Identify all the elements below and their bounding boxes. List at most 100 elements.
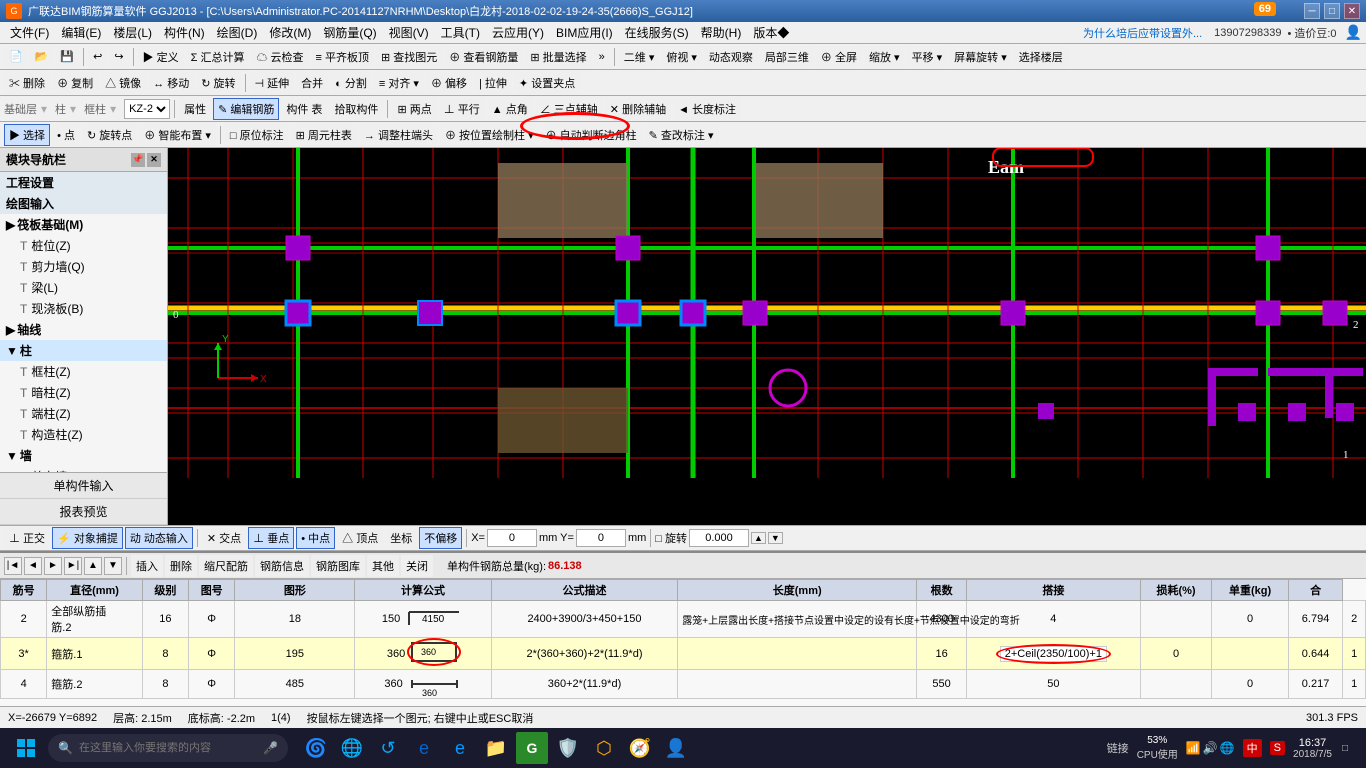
btn-offset[interactable]: ⊕ 偏移 — [426, 72, 472, 94]
sidebar-item-cast-slab[interactable]: T 现浇板(B) — [0, 298, 167, 319]
btn-select-floor[interactable]: 选择楼层 — [1014, 46, 1068, 68]
toolbar-open[interactable]: 📂 — [30, 46, 54, 68]
user-icon[interactable]: 👤 — [1345, 24, 1362, 41]
btn-define[interactable]: ▶ 定义 — [138, 46, 184, 68]
btn-rebar-library[interactable]: 钢筋图库 — [311, 555, 365, 577]
sidebar-group-foundation[interactable]: ▶ 筏板基础(M) — [0, 214, 167, 235]
y-input[interactable] — [576, 529, 626, 547]
btn-midpoint[interactable]: • 中点 — [296, 527, 335, 549]
btn-mirror[interactable]: △ 镜像 — [100, 72, 146, 94]
btn-down[interactable]: ▼ — [104, 557, 122, 575]
btn-extend[interactable]: ⊣ 延伸 — [250, 72, 295, 94]
menu-version[interactable]: 版本◆ — [747, 22, 795, 43]
btn-rotate[interactable]: ↻ 旋转 — [196, 72, 240, 94]
btn-two-point[interactable]: ⊞ 两点 — [392, 98, 436, 120]
sidebar-item-shearwall-b[interactable]: T 剪力墙(Q) — [0, 256, 167, 277]
menu-floor[interactable]: 楼层(L) — [107, 22, 158, 43]
degree-spinner-up[interactable]: ▲ — [751, 532, 766, 544]
btn-batch-select[interactable]: ⊞ 批量选择 — [525, 46, 591, 68]
rotate-input[interactable] — [689, 529, 749, 547]
btn-scale-rebar[interactable]: 缩尺配筋 — [199, 555, 253, 577]
btn-fullscreen[interactable]: ⊕ 全屏 — [816, 46, 862, 68]
btn-rebar-delete[interactable]: 删除 — [165, 555, 197, 577]
sidebar-item-frame-col[interactable]: T 框柱(Z) — [0, 361, 167, 382]
menu-edit[interactable]: 编辑(E) — [55, 22, 107, 43]
btn-set-grip[interactable]: ✦ 设置夹点 — [514, 72, 580, 94]
btn-partial-3d[interactable]: 局部三维 — [760, 46, 814, 68]
show-desktop[interactable]: □ — [1340, 741, 1350, 756]
taskbar-icon-shield[interactable]: 🛡️ — [552, 732, 584, 764]
btn-cloud-check[interactable]: ☁ 云检查 — [251, 46, 308, 68]
search-box[interactable]: 🔍 🎤 — [48, 734, 288, 762]
sidebar-group-wall[interactable]: ▼ 墙 — [0, 445, 167, 466]
btn-calc[interactable]: Σ 汇总计算 — [186, 46, 250, 68]
sidebar-item-dark-col[interactable]: T 暗柱(Z) — [0, 382, 167, 403]
taskbar-icon-folder[interactable]: 📁 — [480, 732, 512, 764]
rebar-table[interactable]: 筋号 直径(mm) 级别 图号 图形 计算公式 公式描述 长度(mm) 根数 搭… — [0, 579, 1366, 706]
btn-screen-rotate[interactable]: 屏幕旋转 ▾ — [949, 46, 1012, 68]
btn-next[interactable]: ► — [44, 557, 62, 575]
btn-copy[interactable]: ⊕ 复制 — [52, 72, 98, 94]
btn-property[interactable]: 属性 — [179, 98, 211, 120]
btn-dynamic-view[interactable]: 动态观察 — [704, 46, 758, 68]
sidebar-item-beam-b[interactable]: T 梁(L) — [0, 277, 167, 298]
sidebar-close[interactable]: ✕ — [147, 153, 161, 167]
btn-check-mark[interactable]: ✎ 查改标注 ▾ — [644, 124, 719, 146]
btn-last[interactable]: ►| — [64, 557, 82, 575]
sidebar-project-setup[interactable]: 工程设置 — [0, 172, 167, 193]
btn-component-table[interactable]: 构件 表 — [281, 98, 327, 120]
taskbar-icon-ie1[interactable]: 🌐 — [336, 732, 368, 764]
btn-merge[interactable]: 合并 — [296, 72, 328, 94]
menu-tools[interactable]: 工具(T) — [435, 22, 486, 43]
taskbar-icon-g[interactable]: G — [516, 732, 548, 764]
component-select[interactable]: KZ-2 KZ-1 KZ-3 — [124, 99, 170, 119]
btn-select[interactable]: ▶ 选择 — [4, 124, 50, 146]
sidebar-item-pile[interactable]: T 桩位(Z) — [0, 235, 167, 256]
btn-col-table[interactable]: ⊞ 周元柱表 — [291, 124, 357, 146]
btn-smart-layout[interactable]: ⊕ 智能布置 ▾ — [139, 124, 216, 146]
x-input[interactable] — [487, 529, 537, 547]
taskbar-icon-qq1[interactable]: ⬡ — [588, 732, 620, 764]
btn-view-top[interactable]: 俯视 ▾ — [661, 46, 702, 68]
restore-button[interactable]: □ — [1324, 3, 1340, 19]
sidebar-pin[interactable]: 📌 — [131, 153, 145, 167]
btn-dynamic-input[interactable]: 动 动态输入 — [125, 527, 193, 549]
btn-view-rebar[interactable]: ⊕ 查看钢筋量 — [444, 46, 523, 68]
btn-rebar-info[interactable]: 钢筋信息 — [255, 555, 309, 577]
taskbar-icon-ie2[interactable]: e — [408, 732, 440, 764]
start-button[interactable] — [8, 730, 44, 766]
menu-cloud[interactable]: 云应用(Y) — [486, 22, 550, 43]
btn-ortho[interactable]: ⊥ 正交 — [4, 527, 50, 549]
btn-rotate-point[interactable]: ↻ 旋转点 — [82, 124, 137, 146]
btn-draw-by-pos[interactable]: ⊕ 按位置绘制柱 ▾ — [440, 124, 539, 146]
btn-del-aux[interactable]: ✕ 删除辅轴 — [605, 98, 671, 120]
sidebar-item-struct-col[interactable]: T 构造柱(Z) — [0, 424, 167, 445]
btn-vertex[interactable]: △ 顶点 — [337, 527, 383, 549]
btn-coordinate[interactable]: 坐标 — [385, 527, 417, 549]
menu-component[interactable]: 构件(N) — [158, 22, 211, 43]
btn-point-angle[interactable]: ▲ 点角 — [487, 98, 533, 120]
menu-bim[interactable]: BIM应用(I) — [550, 22, 619, 43]
toolbar-redo[interactable]: ↪ — [109, 46, 128, 68]
menu-modify[interactable]: 修改(M) — [263, 22, 317, 43]
menu-view[interactable]: 视图(V) — [383, 22, 435, 43]
btn-three-point[interactable]: ∠ 三点辅轴 — [535, 98, 603, 120]
table-row-selected[interactable]: 3* 箍筋.1 8 Φ 195 360 — [1, 638, 1366, 670]
btn-vertical-point[interactable]: ⊥ 垂点 — [248, 527, 294, 549]
btn-adjust-col-end[interactable]: → 调整柱端头 — [359, 124, 438, 146]
taskbar-icon-user[interactable]: 👤 — [660, 732, 692, 764]
btn-in-place-mark[interactable]: □ 原位标注 — [225, 124, 289, 146]
btn-object-snap[interactable]: ⚡ 对象捕提 — [52, 527, 123, 549]
toolbar-save[interactable]: 💾 — [55, 46, 79, 68]
canvas-area[interactable]: 0 1 2 X Y Eam — [168, 148, 1366, 525]
drawing-canvas[interactable]: 0 1 2 X Y Eam — [168, 148, 1366, 525]
btn-other[interactable]: 其他 — [367, 555, 399, 577]
sidebar-group-axis[interactable]: ▶ 轴线 — [0, 319, 167, 340]
btn-single-component[interactable]: 单构件输入 — [0, 473, 167, 499]
btn-more[interactable]: » — [594, 46, 610, 68]
btn-pick[interactable]: 拾取构件 — [329, 98, 383, 120]
minimize-button[interactable]: ─ — [1304, 3, 1320, 19]
taskbar-icon-ie3[interactable]: e — [444, 732, 476, 764]
menu-draw[interactable]: 绘图(D) — [211, 22, 264, 43]
btn-rebar-insert[interactable]: 插入 — [131, 555, 163, 577]
